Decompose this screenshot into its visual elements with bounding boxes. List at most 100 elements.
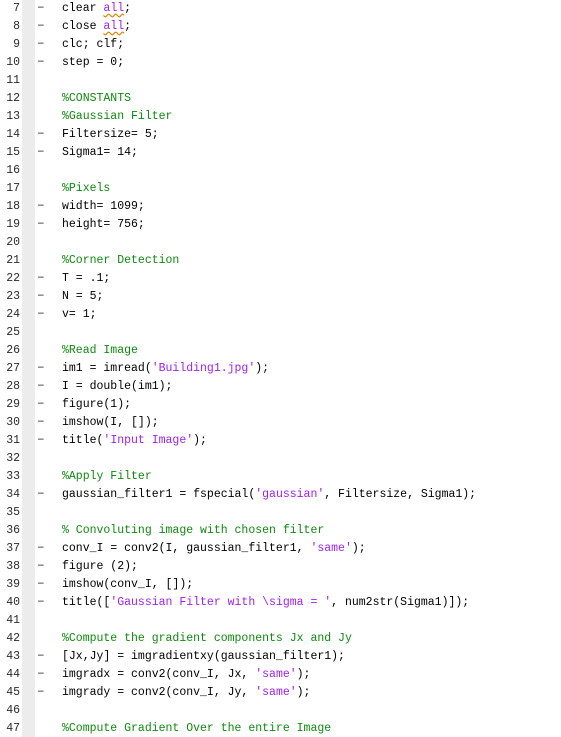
code-line[interactable]: 36 % Convoluting image with chosen filter (0, 522, 561, 540)
code-line[interactable]: 11 (0, 72, 561, 90)
line-code[interactable]: %Corner Detection (62, 252, 179, 270)
code-line[interactable]: 8− close all; (0, 18, 561, 36)
code-line[interactable]: 9 − clc; clf; (0, 36, 561, 54)
line-code[interactable]: title(['Gaussian Filter with \sigma = ',… (62, 594, 469, 612)
line-code[interactable]: %Compute the gradient components Jx and … (62, 630, 352, 648)
code-line[interactable]: 40− title(['Gaussian Filter with \sigma =… (0, 594, 561, 612)
executable-line-marker[interactable]: − (36, 576, 46, 594)
code-line[interactable]: 21 %Corner Detection (0, 252, 561, 270)
code-line[interactable]: 7− clear all; (0, 0, 561, 18)
code-line[interactable]: 18 − width= 1099; (0, 198, 561, 216)
code-line[interactable]: 28 − I = double(im1); (0, 378, 561, 396)
code-line[interactable]: 43 − [Jx,Jy] = imgradientxy(gaussian_filte… (0, 648, 561, 666)
line-code[interactable]: Filtersize= 5; (62, 126, 159, 144)
line-code[interactable]: % Convoluting image with chosen filter (62, 522, 324, 540)
executable-line-marker[interactable]: − (36, 396, 46, 414)
executable-line-marker[interactable]: − (36, 486, 46, 504)
line-code[interactable]: v= 1; (62, 306, 97, 324)
executable-line-marker[interactable]: − (36, 648, 46, 666)
code-line[interactable]: 42 %Compute the gradient components Jx an… (0, 630, 561, 648)
line-code[interactable]: close all; (62, 18, 131, 36)
code-line[interactable]: 30 − imshow(I, []); (0, 414, 561, 432)
code-line[interactable]: 45− imgrady = conv2(conv_I, Jy, 'same'); (0, 684, 561, 702)
code-line[interactable]: 32 (0, 450, 561, 468)
line-code[interactable]: I = double(im1); (62, 378, 172, 396)
code-line[interactable]: 22 − T = .1; (0, 270, 561, 288)
code-line[interactable]: 25 (0, 324, 561, 342)
code-line[interactable]: 41 (0, 612, 561, 630)
executable-line-marker[interactable]: − (36, 684, 46, 702)
line-code[interactable]: step = 0; (62, 54, 124, 72)
code-line[interactable]: 15 − Sigma1= 14; (0, 144, 561, 162)
line-code[interactable]: [Jx,Jy] = imgradientxy(gaussian_filter1)… (62, 648, 345, 666)
executable-line-marker[interactable]: − (36, 144, 46, 162)
code-line[interactable]: 34− gaussian_filter1 = fspecial('gaussian… (0, 486, 561, 504)
line-code[interactable]: %CONSTANTS (62, 90, 131, 108)
code-line[interactable]: 19 − height= 756; (0, 216, 561, 234)
line-code[interactable]: conv_I = conv2(I, gaussian_filter1, 'sam… (62, 540, 366, 558)
code-line[interactable]: 20 (0, 234, 561, 252)
executable-line-marker[interactable]: − (36, 432, 46, 450)
line-code[interactable]: imshow(conv_I, []); (62, 576, 193, 594)
executable-line-marker[interactable]: − (36, 36, 46, 54)
executable-line-marker[interactable]: − (36, 0, 46, 18)
line-code[interactable]: %Apply Filter (62, 468, 152, 486)
executable-line-marker[interactable]: − (36, 360, 46, 378)
code-line[interactable]: 33 %Apply Filter (0, 468, 561, 486)
executable-line-marker[interactable]: − (36, 126, 46, 144)
executable-line-marker[interactable]: − (36, 216, 46, 234)
line-code[interactable]: imgradx = conv2(conv_I, Jx, 'same'); (62, 666, 310, 684)
line-code[interactable]: %Pixels (62, 180, 110, 198)
code-line[interactable]: 14 − Filtersize= 5; (0, 126, 561, 144)
code-line[interactable]: 10 − step = 0; (0, 54, 561, 72)
line-code[interactable]: height= 756; (62, 216, 145, 234)
code-line[interactable]: 12 %CONSTANTS (0, 90, 561, 108)
line-code[interactable]: imgrady = conv2(conv_I, Jy, 'same'); (62, 684, 310, 702)
code-line[interactable]: 26 %Read Image (0, 342, 561, 360)
code-line[interactable]: 37− conv_I = conv2(I, gaussian_filter1, '… (0, 540, 561, 558)
executable-line-marker[interactable]: − (36, 198, 46, 216)
executable-line-marker[interactable]: − (36, 306, 46, 324)
executable-line-marker[interactable]: − (36, 378, 46, 396)
line-code[interactable]: %Read Image (62, 342, 138, 360)
executable-line-marker[interactable]: − (36, 540, 46, 558)
code-line[interactable]: 44− imgradx = conv2(conv_I, Jx, 'same'); (0, 666, 561, 684)
executable-line-marker[interactable]: − (36, 666, 46, 684)
line-code[interactable]: clc; clf; (62, 36, 124, 54)
line-code[interactable]: title('Input Image'); (62, 432, 207, 450)
line-code[interactable]: N = 5; (62, 288, 103, 306)
line-code[interactable]: figure (2); (62, 558, 138, 576)
line-code[interactable]: Sigma1= 14; (62, 144, 138, 162)
code-line[interactable]: 38 − figure (2); (0, 558, 561, 576)
code-line[interactable]: 17 %Pixels (0, 180, 561, 198)
line-code[interactable]: imshow(I, []); (62, 414, 159, 432)
code-line[interactable]: 23 − N = 5; (0, 288, 561, 306)
executable-line-marker[interactable]: − (36, 594, 46, 612)
matlab-code-editor[interactable]: 7− clear all; 8− close all; 9− clc; clf; 10− st… (0, 0, 561, 737)
line-code[interactable]: figure(1); (62, 396, 131, 414)
line-code[interactable]: %Gaussian Filter (62, 108, 172, 126)
executable-line-marker[interactable]: − (36, 558, 46, 576)
line-code[interactable]: width= 1099; (62, 198, 145, 216)
code-line[interactable]: 13 %Gaussian Filter (0, 108, 561, 126)
line-code[interactable]: %Compute Gradient Over the entire Image (62, 720, 331, 737)
line-code[interactable]: gaussian_filter1 = fspecial('gaussian', … (62, 486, 476, 504)
executable-line-marker[interactable]: − (36, 288, 46, 306)
code-line[interactable]: 16 (0, 162, 561, 180)
code-token-plain: conv_I = conv2(I, gaussian_filter1, (62, 542, 311, 555)
executable-line-marker[interactable]: − (36, 414, 46, 432)
code-line[interactable]: 24 − v= 1; (0, 306, 561, 324)
code-line[interactable]: 46 (0, 702, 561, 720)
line-code[interactable]: im1 = imread('Building1.jpg'); (62, 360, 269, 378)
executable-line-marker[interactable]: − (36, 270, 46, 288)
executable-line-marker[interactable]: − (36, 54, 46, 72)
code-line[interactable]: 39 − imshow(conv_I, []); (0, 576, 561, 594)
code-line[interactable]: 31− title('Input Image'); (0, 432, 561, 450)
line-code[interactable]: T = .1; (62, 270, 110, 288)
code-line[interactable]: 35 (0, 504, 561, 522)
code-line[interactable]: 47 %Compute Gradient Over the entire Imag… (0, 720, 561, 737)
code-line[interactable]: 27− im1 = imread('Building1.jpg'); (0, 360, 561, 378)
line-code[interactable]: clear all; (62, 0, 131, 18)
code-line[interactable]: 29 − figure(1); (0, 396, 561, 414)
executable-line-marker[interactable]: − (36, 18, 46, 36)
